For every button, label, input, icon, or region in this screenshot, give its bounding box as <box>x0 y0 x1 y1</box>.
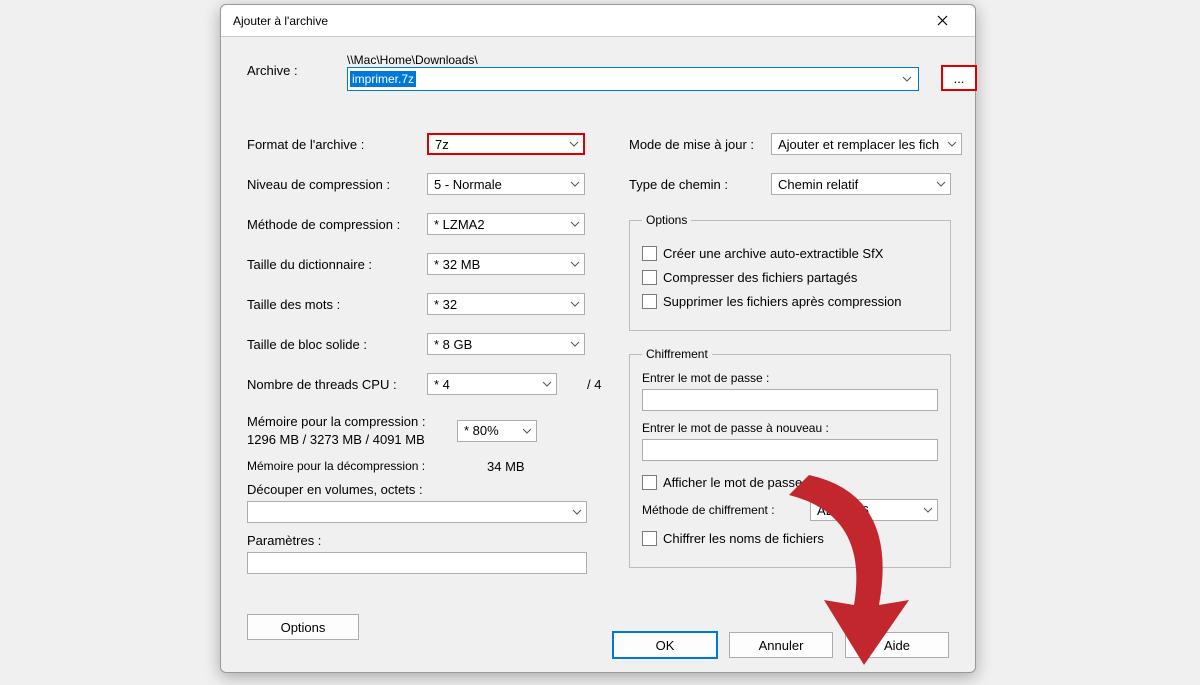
browse-label: ... <box>954 71 965 86</box>
archive-filename: imprimer.7z <box>350 71 416 87</box>
options-group: Options Créer une archive auto-extractib… <box>629 213 951 331</box>
mem-decompress-label: Mémoire pour la décompression : <box>247 458 427 474</box>
archive-format-select[interactable]: 7z <box>427 133 585 155</box>
dict-label: Taille du dictionnaire : <box>247 257 427 272</box>
browse-button[interactable]: ... <box>941 65 977 91</box>
chevron-down-icon <box>572 509 582 515</box>
show-password-checkbox-row[interactable]: Afficher le mot de passe <box>642 475 938 490</box>
method-label: Méthode de compression : <box>247 217 427 232</box>
compression-level-select[interactable]: 5 - Normale <box>427 173 585 195</box>
chevron-down-icon <box>570 181 580 187</box>
params-label: Paramètres : <box>247 533 617 548</box>
format-label: Format de l'archive : <box>247 137 427 152</box>
encryption-legend: Chiffrement <box>642 347 712 361</box>
cancel-button[interactable]: Annuler <box>729 632 833 658</box>
titlebar: Ajouter à l'archive <box>221 5 975 37</box>
word-size-select[interactable]: * 32 <box>427 293 585 315</box>
options-legend: Options <box>642 213 691 227</box>
update-mode-select[interactable]: Ajouter et remplacer les fich <box>771 133 962 155</box>
path-mode-label: Type de chemin : <box>629 177 771 192</box>
options-button[interactable]: Options <box>247 614 359 640</box>
threads-label: Nombre de threads CPU : <box>247 377 427 392</box>
delete-checkbox-row[interactable]: Supprimer les fichiers après compression <box>642 294 938 309</box>
enc-method-label: Méthode de chiffrement : <box>642 503 810 517</box>
chevron-down-icon <box>936 181 946 187</box>
mem-compress-select[interactable]: * 80% <box>457 420 537 442</box>
path-mode-select[interactable]: Chemin relatif <box>771 173 951 195</box>
sfx-checkbox-row[interactable]: Créer une archive auto-extractible SfX <box>642 246 938 261</box>
chevron-down-icon <box>570 341 580 347</box>
archive-label: Archive : <box>247 63 298 78</box>
shared-checkbox-row[interactable]: Compresser des fichiers partagés <box>642 270 938 285</box>
checkbox-icon <box>642 294 657 309</box>
mem-decompress-value: 34 MB <box>487 459 525 474</box>
help-button[interactable]: Aide <box>845 632 949 658</box>
close-icon <box>937 15 948 26</box>
archive-name-combo[interactable]: imprimer.7z <box>347 67 919 91</box>
add-to-archive-dialog: Ajouter à l'archive \\Mac\Home\Downloads… <box>220 4 976 673</box>
chevron-down-icon <box>947 141 957 147</box>
chevron-down-icon <box>902 76 912 82</box>
parameters-input[interactable] <box>247 552 587 574</box>
threads-total: / 4 <box>587 377 601 392</box>
mem-compress-detail: 1296 MB / 3273 MB / 4091 MB <box>247 431 427 449</box>
dialog-title: Ajouter à l'archive <box>233 14 328 28</box>
split-volumes-combo[interactable] <box>247 501 587 523</box>
archive-path: \\Mac\Home\Downloads\ <box>347 53 478 67</box>
checkbox-icon <box>642 475 657 490</box>
close-button[interactable] <box>921 7 963 35</box>
split-label: Découper en volumes, octets : <box>247 482 617 497</box>
dictionary-size-select[interactable]: * 32 MB <box>427 253 585 275</box>
chevron-down-icon <box>570 221 580 227</box>
compression-method-select[interactable]: * LZMA2 <box>427 213 585 235</box>
chevron-down-icon <box>570 301 580 307</box>
enc-method-select[interactable]: AES-256 <box>810 499 938 521</box>
checkbox-icon <box>642 531 657 546</box>
password2-input[interactable] <box>642 439 938 461</box>
password2-label: Entrer le mot de passe à nouveau : <box>642 421 938 435</box>
checkbox-icon <box>642 246 657 261</box>
word-label: Taille des mots : <box>247 297 427 312</box>
chevron-down-icon <box>569 141 579 147</box>
cpu-threads-select[interactable]: * 4 <box>427 373 557 395</box>
encryption-group: Chiffrement Entrer le mot de passe : Ent… <box>629 347 951 568</box>
level-label: Niveau de compression : <box>247 177 427 192</box>
mem-compress-label: Mémoire pour la compression : <box>247 413 427 431</box>
encrypt-names-checkbox-row[interactable]: Chiffrer les noms de fichiers <box>642 531 938 546</box>
chevron-down-icon <box>570 261 580 267</box>
chevron-down-icon <box>542 381 552 387</box>
block-label: Taille de bloc solide : <box>247 337 427 352</box>
checkbox-icon <box>642 270 657 285</box>
update-mode-label: Mode de mise à jour : <box>629 137 771 152</box>
password-label: Entrer le mot de passe : <box>642 371 938 385</box>
ok-button[interactable]: OK <box>613 632 717 658</box>
solid-block-select[interactable]: * 8 GB <box>427 333 585 355</box>
password-input[interactable] <box>642 389 938 411</box>
chevron-down-icon <box>522 428 532 434</box>
chevron-down-icon <box>923 507 933 513</box>
